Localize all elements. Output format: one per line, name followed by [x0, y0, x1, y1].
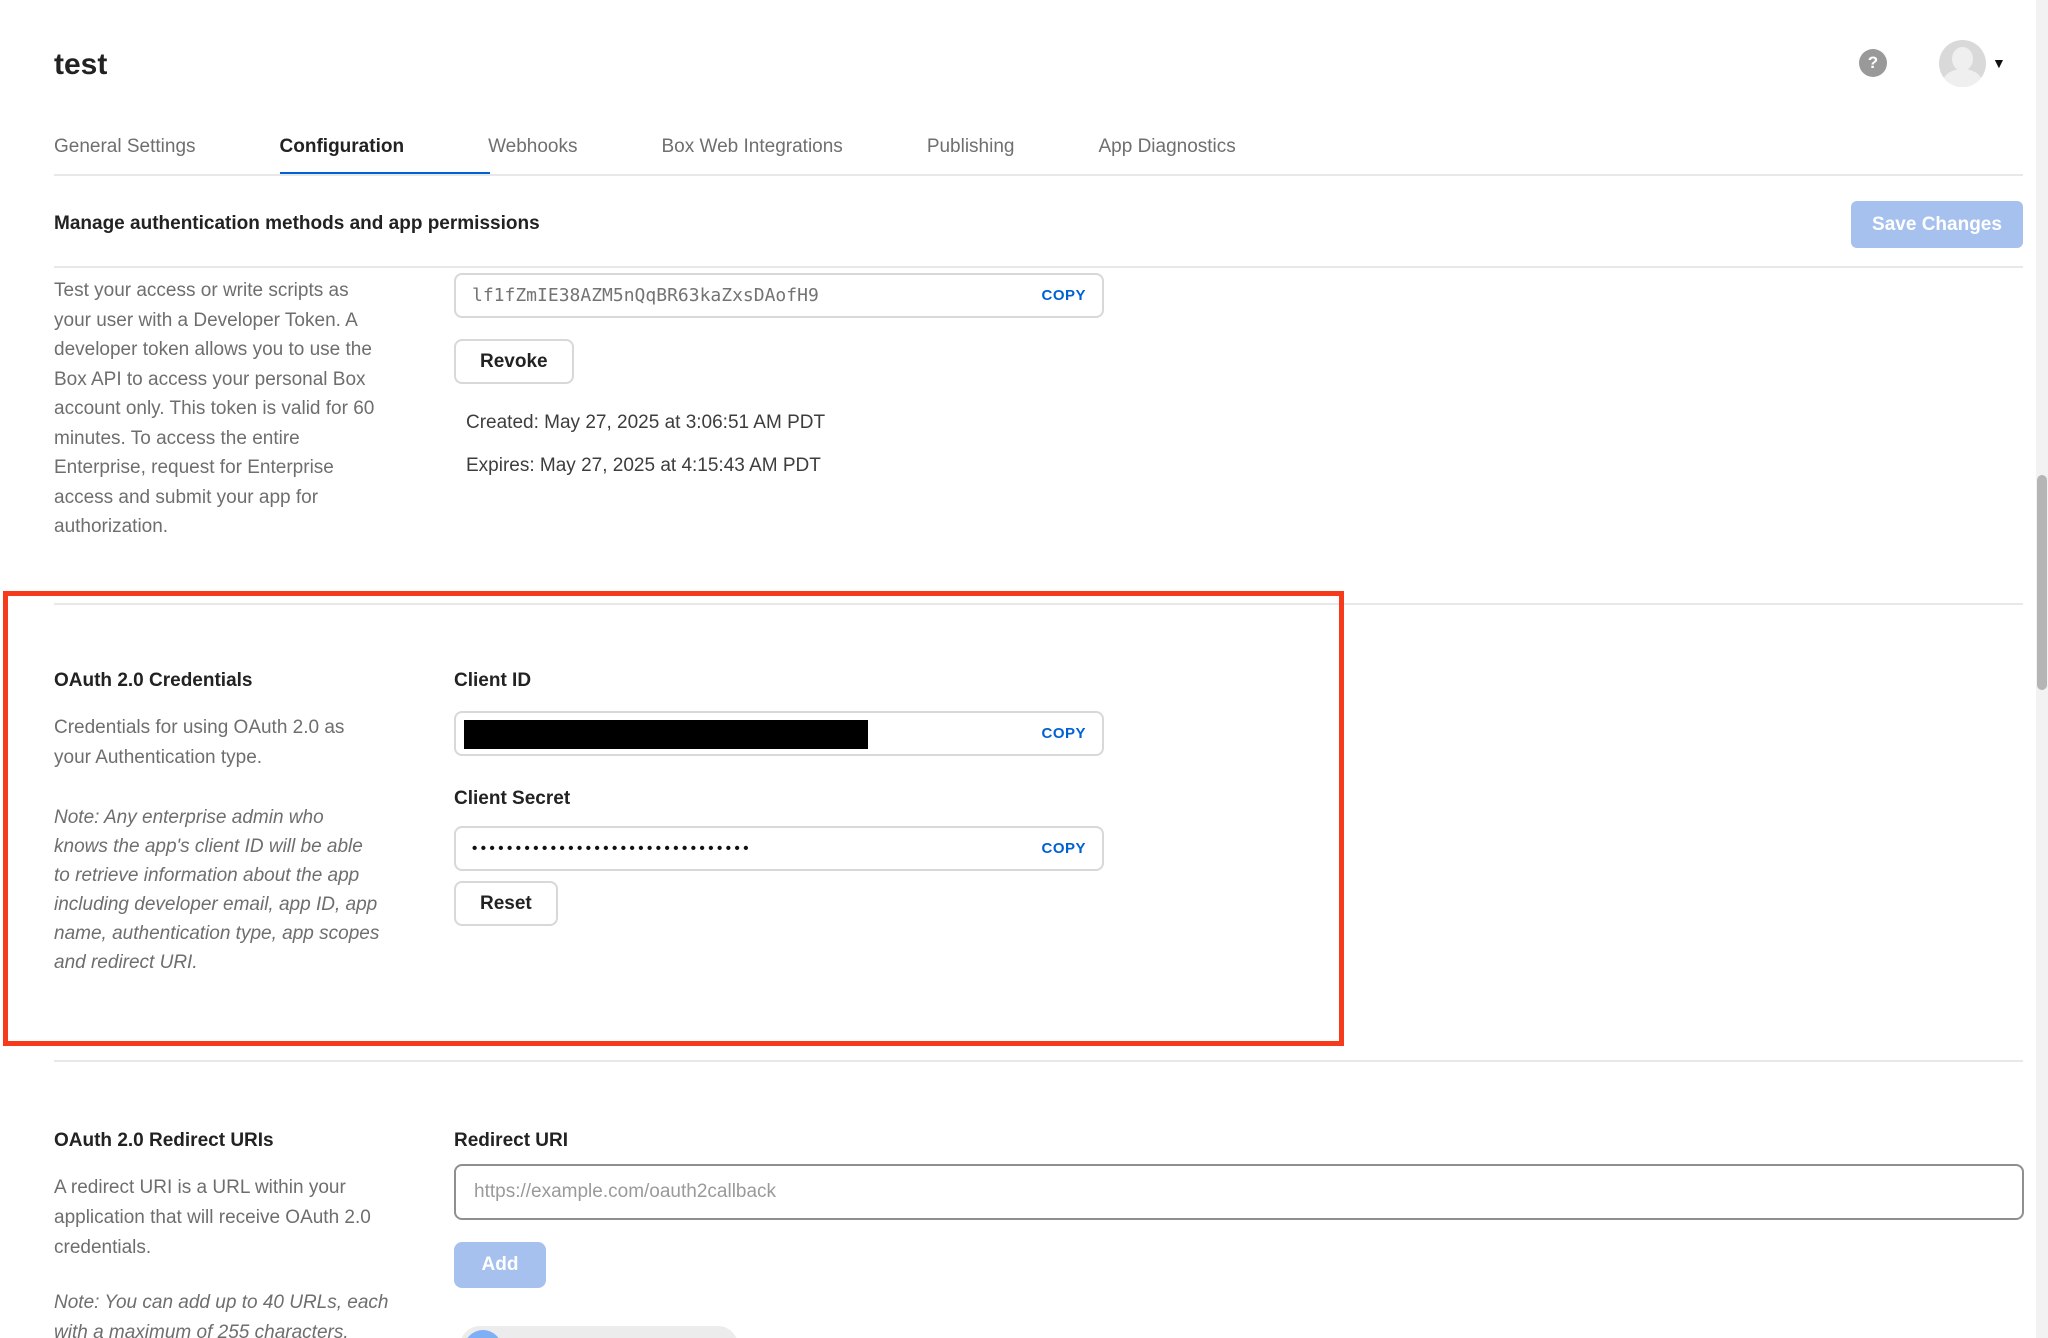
help-button[interactable]: ? [1859, 49, 1887, 77]
client-id-field[interactable]: COPY [454, 711, 1104, 756]
copy-token-button[interactable]: COPY [1041, 287, 1086, 304]
person-icon [1943, 69, 1982, 87]
token-expires-timestamp: Expires: May 27, 2025 at 4:15:43 AM PDT [466, 455, 821, 477]
scrollbar-thumb[interactable] [2037, 475, 2047, 690]
divider [54, 1060, 2023, 1062]
client-secret-field[interactable]: •••••••••••••••••••••••••••••••• COPY [454, 826, 1104, 871]
tab-publishing[interactable]: Publishing [927, 136, 1015, 158]
reset-button[interactable]: Reset [454, 881, 558, 926]
account-menu-caret-icon[interactable]: ▼ [1992, 55, 2006, 71]
box-dev-console-configuration-page: test ? ▼ General Settings Configuration … [0, 0, 2048, 1338]
developer-token-field[interactable]: lf1fZmIE38AZM5nQqBR63kaZxsDAofH9 COPY [454, 273, 1104, 318]
tab-app-diagnostics[interactable]: App Diagnostics [1098, 136, 1235, 158]
client-id-redaction [464, 720, 868, 749]
revoke-button[interactable]: Revoke [454, 339, 574, 384]
developer-token-description: Test your access or write scripts asyour… [54, 276, 424, 542]
divider [54, 266, 2023, 268]
person-icon [1952, 47, 1973, 71]
tab-bar: General Settings Configuration Webhooks … [54, 136, 1236, 158]
tab-general-settings[interactable]: General Settings [54, 136, 196, 158]
redirect-uris-note: Note: You can add up to 40 URLs, eachwit… [54, 1288, 424, 1338]
copy-client-secret-button[interactable]: COPY [1041, 840, 1086, 857]
tab-box-web-integrations[interactable]: Box Web Integrations [662, 136, 843, 158]
redirect-uri-chip[interactable] [460, 1326, 738, 1338]
question-mark-icon: ? [1868, 53, 1878, 73]
oauth-credentials-note: Note: Any enterprise admin whoknows the … [54, 803, 424, 977]
tab-bar-divider [54, 174, 2023, 176]
client-id-label: Client ID [454, 670, 531, 692]
divider [54, 603, 2023, 605]
save-changes-button[interactable]: Save Changes [1851, 201, 2023, 248]
token-created-timestamp: Created: May 27, 2025 at 3:06:51 AM PDT [466, 412, 825, 434]
copy-client-id-button[interactable]: COPY [1041, 725, 1086, 742]
tab-webhooks[interactable]: Webhooks [488, 136, 577, 158]
oauth-credentials-description: Credentials for using OAuth 2.0 asyour A… [54, 713, 424, 772]
avatar[interactable] [1939, 40, 1986, 87]
page-title: test [54, 48, 107, 82]
tab-configuration[interactable]: Configuration [280, 136, 405, 158]
add-redirect-uri-button[interactable]: Add [454, 1242, 546, 1288]
client-secret-label: Client Secret [454, 788, 570, 810]
section-subtitle: Manage authentication methods and app pe… [54, 213, 540, 235]
oauth-credentials-heading: OAuth 2.0 Credentials [54, 670, 253, 692]
redirect-uris-heading: OAuth 2.0 Redirect URIs [54, 1130, 274, 1152]
redirect-uri-input[interactable] [454, 1164, 2024, 1220]
client-secret-masked-value: •••••••••••••••••••••••••••••••• [472, 840, 1041, 857]
redirect-uri-label: Redirect URI [454, 1130, 568, 1152]
developer-token-value: lf1fZmIE38AZM5nQqBR63kaZxsDAofH9 [472, 285, 1041, 306]
redirect-uris-description: A redirect URI is a URL within yourappli… [54, 1173, 424, 1263]
